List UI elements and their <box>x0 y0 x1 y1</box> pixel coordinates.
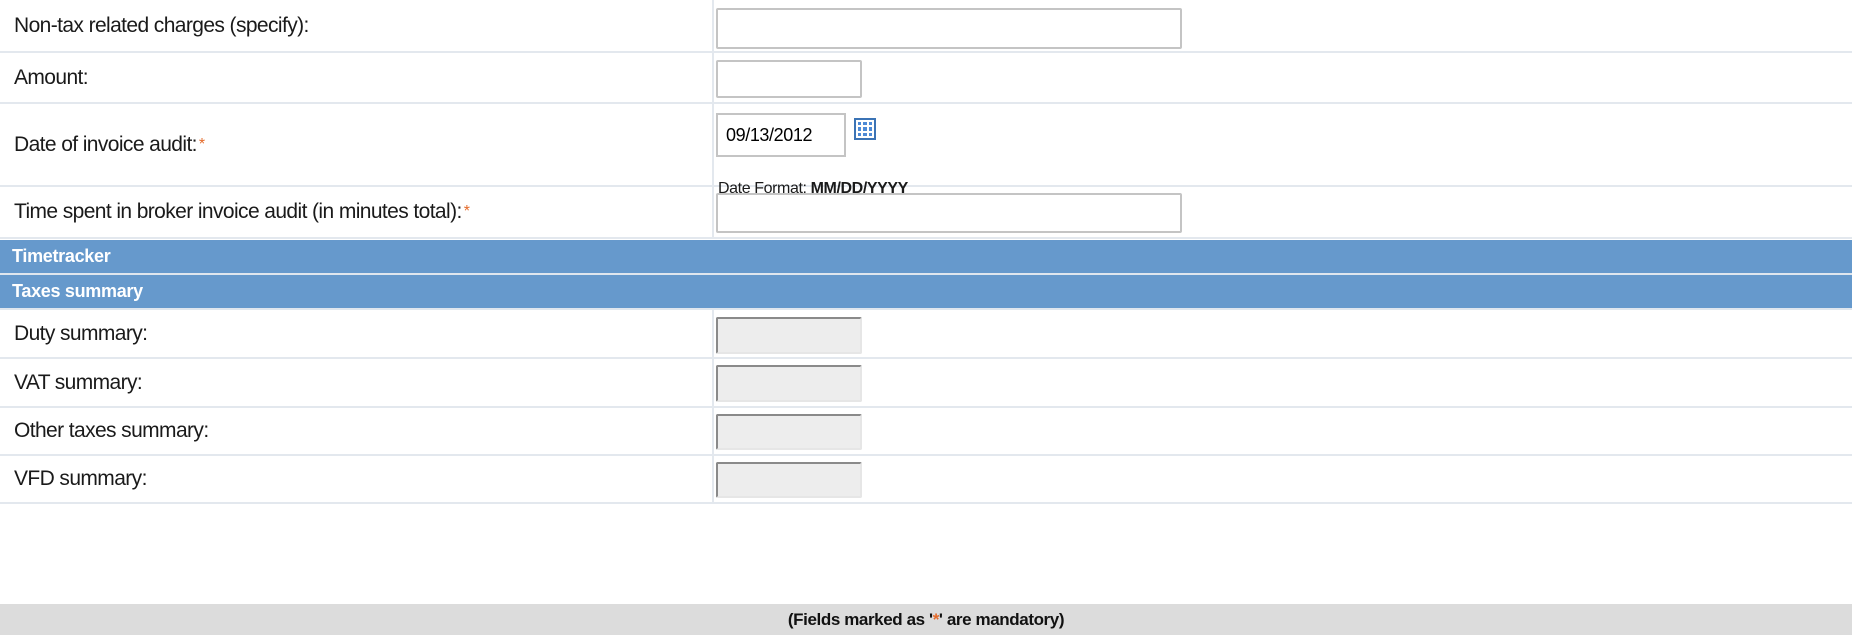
invoice-audit-date-label: Date of invoice audit: * <box>0 104 714 185</box>
section-timetracker[interactable]: Timetracker <box>0 240 1852 275</box>
amount-label: Amount: <box>0 53 714 102</box>
amount-row: Amount: <box>0 53 1852 104</box>
required-mark: * <box>198 135 205 153</box>
vat-summary-field <box>716 365 862 402</box>
other-taxes-summary-label: Other taxes summary: <box>0 408 714 454</box>
other-taxes-summary-field <box>716 414 862 450</box>
required-mark: * <box>463 203 470 220</box>
duty-summary-label: Duty summary: <box>0 310 714 357</box>
time-spent-input[interactable] <box>716 193 1182 233</box>
calendar-icon[interactable] <box>854 118 876 140</box>
section-taxes-summary: Taxes summary <box>0 275 1852 310</box>
non-tax-charges-label: Non-tax related charges (specify): <box>0 0 714 51</box>
vfd-summary-label: VFD summary: <box>0 456 714 502</box>
amount-input[interactable] <box>716 60 862 98</box>
duty-summary-field <box>716 317 862 354</box>
invoice-audit-date-input[interactable] <box>716 113 846 157</box>
invoice-audit-date-row: Date of invoice audit:* Date Format: MM/… <box>0 104 1852 197</box>
non-tax-charges-input[interactable] <box>716 8 1182 49</box>
time-spent-row: Time spent in broker invoice audit (in m… <box>0 187 1852 239</box>
non-tax-charges-row: Non-tax related charges (specify): <box>0 0 1852 53</box>
vfd-summary-field <box>716 462 862 498</box>
other-taxes-summary-row: Other taxes summary: <box>0 408 1852 456</box>
mandatory-fields-note: (Fields marked as ' * ' are mandatory) <box>0 604 1852 635</box>
vat-summary-row: VAT summary: <box>0 359 1852 408</box>
duty-summary-row: Duty summary: <box>0 310 1852 359</box>
time-spent-label: Time spent in broker invoice audit (in m… <box>0 187 714 237</box>
vat-summary-label: VAT summary: <box>0 359 714 406</box>
invoice-audit-form: Non-tax related charges (specify): Amoun… <box>0 0 1852 635</box>
vfd-summary-row: VFD summary: <box>0 456 1852 504</box>
